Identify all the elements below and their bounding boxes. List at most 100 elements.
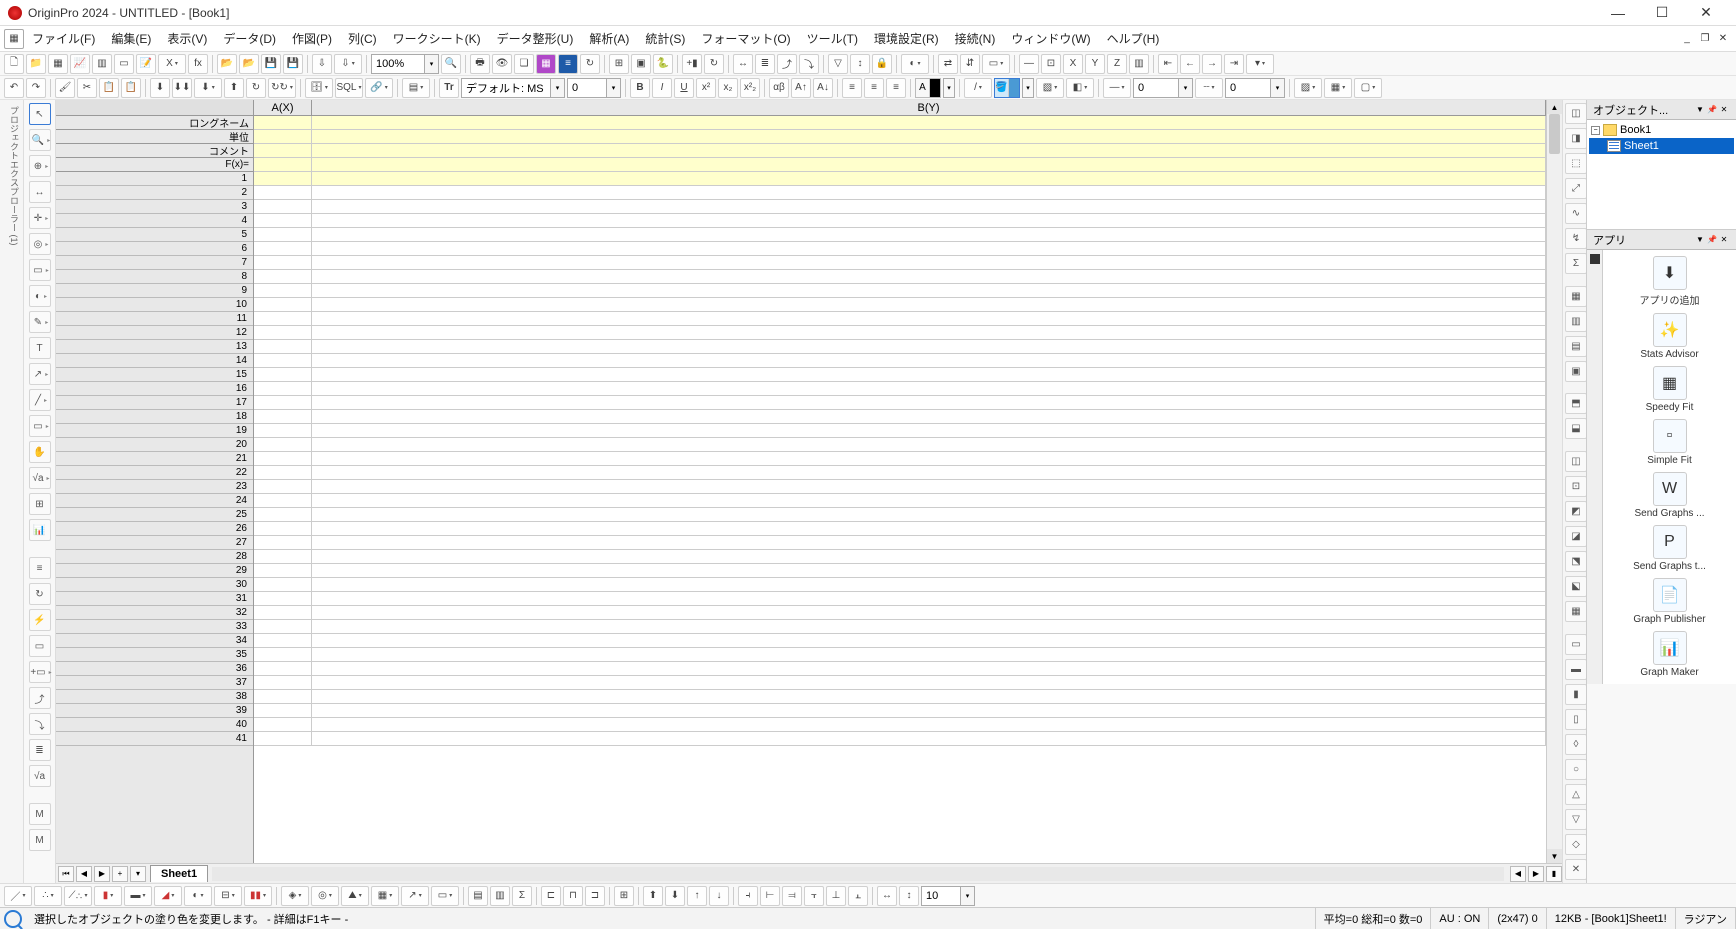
bold-button[interactable]: B (630, 78, 650, 98)
add-layer-button[interactable]: +▭ (29, 661, 51, 683)
data-row[interactable] (254, 228, 1546, 242)
align-right-button[interactable]: ≡ (886, 78, 906, 98)
app-item[interactable]: PSend Graphs t... (1605, 525, 1734, 572)
copy-button[interactable]: 📋 (99, 78, 119, 98)
menu-tools[interactable]: ツール(T) (799, 27, 866, 50)
data-row[interactable] (254, 326, 1546, 340)
column-plot-button[interactable]: ▮ (94, 886, 122, 906)
g18-button[interactable]: ⬔ (1565, 551, 1587, 572)
worksheet-icon[interactable]: ▦ (4, 29, 24, 49)
save-template-button[interactable]: 💾 (283, 54, 303, 74)
move-right-button[interactable]: → (1202, 54, 1222, 74)
arrow-tool[interactable]: ↗ (29, 363, 51, 385)
sql-button[interactable]: SQL (335, 78, 363, 98)
legend-button[interactable]: ⊡ (1041, 54, 1061, 74)
align-b-button[interactable]: ⫠ (848, 886, 868, 906)
data-row[interactable] (254, 452, 1546, 466)
g29-button[interactable]: ◇ (1565, 834, 1587, 855)
g25-button[interactable]: ◊ (1565, 734, 1587, 755)
apps-pin-icon[interactable]: 📌 (1706, 235, 1718, 244)
units-row-header[interactable]: 単位 (56, 130, 253, 144)
flip-button[interactable]: ⇵ (960, 54, 980, 74)
app-item[interactable]: 📊Graph Maker (1605, 631, 1734, 678)
menu-column[interactable]: 列(C) (340, 27, 385, 50)
g5-button[interactable]: ∿ (1565, 203, 1587, 224)
menu-analysis[interactable]: 解析(A) (581, 27, 637, 50)
lock-button[interactable]: 🔒 (872, 54, 892, 74)
row-header[interactable]: 26 (56, 522, 253, 536)
vector-button[interactable]: ↗ (401, 886, 429, 906)
row-header[interactable]: 10 (56, 298, 253, 312)
apps-close-icon[interactable]: ✕ (1718, 235, 1730, 244)
symbol-size-combo[interactable]: ▾ (1225, 78, 1285, 98)
row-header[interactable]: 3 (56, 200, 253, 214)
tab-menu-button[interactable]: ▾ (130, 866, 146, 882)
stats-row-button[interactable]: ▤ (468, 886, 488, 906)
horizontal-scrollbar[interactable] (212, 867, 1504, 881)
data-row[interactable] (254, 396, 1546, 410)
font-input[interactable] (461, 78, 551, 98)
fx-row-header[interactable]: F(x)= (56, 158, 253, 172)
data-row[interactable] (254, 690, 1546, 704)
row-header[interactable]: 5 (56, 228, 253, 242)
app-item[interactable]: 📄Graph Publisher (1605, 578, 1734, 625)
redo-button[interactable]: ↷ (26, 78, 46, 98)
hatch-button[interactable]: ▨ (1294, 78, 1322, 98)
layer-management-button[interactable]: ≣ (29, 739, 51, 761)
column-a-header[interactable]: A(X) (254, 100, 312, 115)
row-header[interactable]: 33 (56, 620, 253, 634)
rescale-tool[interactable]: ↔ (29, 181, 51, 203)
data-row[interactable] (254, 410, 1546, 424)
new-workbook-button[interactable]: ▦ (48, 54, 68, 74)
font-size-combo[interactable]: ▾ (567, 78, 621, 98)
more-button[interactable]: ▾ (1246, 54, 1274, 74)
panel-drop-icon[interactable]: ▼ (1694, 105, 1706, 114)
line-plot-button[interactable]: ／ (4, 886, 32, 906)
app-item[interactable]: WSend Graphs ... (1605, 472, 1734, 519)
g11-button[interactable]: ▣ (1565, 361, 1587, 382)
layer-button[interactable]: ▭ (982, 54, 1010, 74)
m2-button[interactable]: M (29, 829, 51, 851)
supersub-button[interactable]: x²₂ (740, 78, 760, 98)
data-row[interactable] (254, 550, 1546, 564)
text-tool-button[interactable]: Tr (439, 78, 459, 98)
data-row[interactable] (254, 592, 1546, 606)
row-header[interactable]: 22 (56, 466, 253, 480)
data-row[interactable] (254, 368, 1546, 382)
app-item[interactable]: ▦Speedy Fit (1605, 366, 1734, 413)
sort-button[interactable]: ↕ (850, 54, 870, 74)
row-header[interactable]: 36 (56, 662, 253, 676)
g16-button[interactable]: ◩ (1565, 501, 1587, 522)
group-button[interactable]: ⊞ (614, 886, 634, 906)
front-button[interactable]: ⬆ (643, 886, 663, 906)
menu-statistics[interactable]: 統計(S) (637, 27, 693, 50)
copy-format-button[interactable]: 🖌 (55, 78, 75, 98)
reimport-all-button[interactable]: ↻↻ (268, 78, 296, 98)
backward-button[interactable]: ↓ (709, 886, 729, 906)
g26-button[interactable]: ○ (1565, 759, 1587, 780)
g13-button[interactable]: ⬓ (1565, 418, 1587, 439)
filter-button[interactable]: ▽ (828, 54, 848, 74)
tab-first-button[interactable]: ⏮ (58, 866, 74, 882)
menu-connectivity[interactable]: 接続(N) (947, 27, 1004, 50)
apps-panel-header[interactable]: アプリ ▼ 📌 ✕ (1587, 230, 1736, 250)
same-height-button[interactable]: ↕ (899, 886, 919, 906)
dash-button[interactable]: ┈ (1195, 78, 1223, 98)
insert-equation-tool[interactable]: √a (29, 467, 51, 489)
export-button[interactable]: ⬆ (224, 78, 244, 98)
data-row[interactable] (254, 466, 1546, 480)
row-header[interactable]: 35 (56, 648, 253, 662)
row-header[interactable]: 37 (56, 676, 253, 690)
row-header[interactable]: 14 (56, 354, 253, 368)
tree-collapse-icon[interactable]: − (1591, 126, 1600, 135)
corner-cell[interactable] (56, 100, 253, 116)
apps-drop-icon[interactable]: ▼ (1694, 235, 1706, 244)
transpose-button[interactable]: ⇄ (938, 54, 958, 74)
align-l-button[interactable]: ⫞ (738, 886, 758, 906)
tree-sheet-item[interactable]: Sheet1 (1589, 138, 1734, 154)
panel-pin-icon[interactable]: 📌 (1706, 105, 1718, 114)
search-icon[interactable] (4, 910, 22, 928)
g4-button[interactable]: ⤢ (1565, 178, 1587, 199)
menu-data[interactable]: データ(D) (215, 27, 284, 50)
data-row[interactable] (254, 508, 1546, 522)
